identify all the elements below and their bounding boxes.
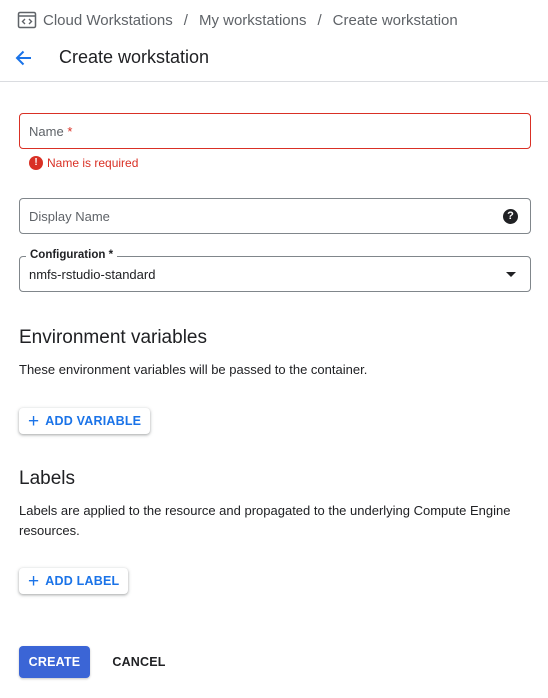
add-variable-label: ADD VARIABLE — [45, 414, 142, 428]
add-variable-button[interactable]: + ADD VARIABLE — [19, 408, 151, 434]
add-label-button[interactable]: + ADD LABEL — [19, 568, 129, 594]
plus-icon: + — [28, 570, 40, 592]
configuration-value: nmfs-rstudio-standard — [29, 267, 156, 282]
name-error: ! Name is required — [29, 156, 138, 170]
page-title: Create workstation — [59, 47, 210, 67]
breadcrumb-my-workstations[interactable]: My workstations — [199, 12, 307, 29]
dropdown-arrow-icon — [506, 272, 516, 277]
help-icon[interactable]: ? — [503, 209, 518, 224]
add-label-label: ADD LABEL — [45, 574, 120, 588]
env-section-title: Environment variables — [19, 327, 207, 348]
env-section-description: These environment variables will be pass… — [19, 362, 368, 377]
error-icon: ! — [29, 156, 43, 170]
cancel-button[interactable]: CANCEL — [106, 646, 172, 678]
name-field[interactable]: Name * — [19, 113, 531, 149]
name-input[interactable] — [20, 114, 530, 148]
name-error-text: Name is required — [47, 156, 139, 170]
configuration-select[interactable]: Configuration * nmfs-rstudio-standard — [19, 249, 531, 292]
page-header: Create workstation — [0, 34, 548, 82]
plus-icon: + — [28, 410, 40, 432]
labels-section-title: Labels — [19, 468, 75, 489]
back-button[interactable] — [8, 42, 40, 74]
display-name-field[interactable]: Display Name ? — [19, 198, 531, 234]
workstations-code-icon — [17, 10, 37, 30]
breadcrumb-separator: / — [317, 11, 322, 29]
configuration-label: Configuration * — [26, 249, 118, 261]
breadcrumb-current: Create workstation — [332, 11, 458, 29]
create-button[interactable]: CREATE — [19, 646, 90, 678]
arrow-back-icon — [15, 50, 31, 65]
breadcrumb-separator: / — [183, 11, 188, 29]
breadcrumb-cloud-workstations[interactable]: Cloud Workstations — [43, 12, 173, 29]
labels-section-description: Labels are applied to the resource and p… — [19, 503, 511, 538]
display-name-input[interactable] — [20, 199, 530, 233]
